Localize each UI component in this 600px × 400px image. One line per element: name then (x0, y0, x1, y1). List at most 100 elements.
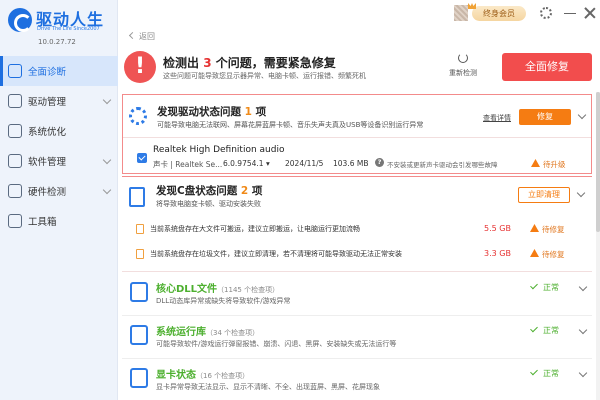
ok-count-text: （1145 个检查项） (217, 286, 280, 294)
ok-item-subtitle: 可能导致软件/游戏运行弹窗报错、崩溃、闪退、黑屏、安装缺失或无法运行等 (156, 340, 397, 348)
driver-title-prefix: 发现驱动状态问题 (157, 106, 241, 118)
chevron-down-icon[interactable] (578, 368, 588, 378)
chevron-down-icon (102, 155, 112, 165)
gpu-icon (130, 368, 148, 388)
list-item: 显卡状态（16 个检查项） 显卡异常导致无法显示、显示不清晰、不全、出现蓝屏、黑… (122, 360, 592, 400)
diagnosis-summary: ! 检测出 3 个问题，需要紧急修复 这些问题可能导致您显示器异常、电脑卡顿、运… (118, 48, 600, 90)
title-bar: 返回 终身会员 (118, 0, 600, 41)
driver-icon (8, 94, 22, 108)
ok-item-status: 正常 (543, 326, 559, 335)
fix-all-button[interactable]: 全面修复 (502, 53, 592, 81)
minimize-icon[interactable] (564, 13, 576, 14)
cdisk-issue-subtitle: 将导致电脑变卡顿、驱动安装失败 (156, 200, 261, 208)
ok-item-title: 核心DLL文件（1145 个检查项） (156, 280, 279, 295)
ok-count-text: （16 个检查项） (196, 372, 250, 380)
chevron-down-icon (102, 95, 112, 105)
chevron-down-icon (102, 185, 112, 195)
ok-item-status: 正常 (543, 283, 559, 292)
sidebar-item-label: 软件管理 (28, 157, 67, 168)
cdisk-issue-title: 发现C盘状态问题 2 项 (156, 183, 262, 198)
device-checkbox[interactable] (137, 153, 147, 163)
ok-title-text: 显卡状态 (156, 370, 196, 381)
cdisk-issue-card: 发现C盘状态问题 2 项 将导致电脑变卡顿、驱动安装失败 立即清理 当前系统盘存… (122, 176, 592, 272)
chevron-down-icon[interactable] (576, 188, 586, 198)
summary-subtitle: 这些问题可能导致您显示器异常、电脑卡顿、运行报错、频繁死机 (163, 72, 366, 80)
scrollbar[interactable] (596, 92, 600, 400)
rescan-label: 重新检测 (449, 69, 477, 77)
toolbox-icon (8, 214, 22, 228)
clean-now-button[interactable]: 立即清理 (518, 187, 570, 203)
chevron-down-icon[interactable] (578, 325, 588, 335)
brand: 驱动人生 Drive The Life Since2007 10.0.27.72 (0, 0, 117, 52)
cdisk-title-suffix: 项 (251, 185, 263, 197)
summary-title-suffix: 个问题，需要紧急修复 (215, 56, 336, 70)
sidebar-item-label: 工具箱 (28, 217, 57, 228)
ok-item-title: 系统运行库（34 个检查项） (156, 323, 259, 338)
alert-icon: ! (124, 51, 156, 83)
runtime-icon (130, 325, 148, 345)
warning-icon (531, 159, 540, 167)
divider (123, 137, 591, 138)
cdisk-issue-count: 2 (240, 185, 249, 197)
vip-badge[interactable]: 终身会员 (472, 6, 526, 21)
ok-item-subtitle: DLL动态库异常或缺失将导致软件/游戏异常 (156, 297, 291, 305)
sidebar-item-software-management[interactable]: 软件管理 (0, 146, 118, 176)
driver-gear-icon (129, 107, 147, 125)
view-details-link[interactable]: 查看详情 (483, 113, 511, 123)
issue-count: 3 (203, 56, 212, 70)
back-arrow-icon (128, 31, 137, 40)
sidebar-item-system-optimize[interactable]: 系统优化 (0, 116, 118, 146)
driver-issue-title: 发现驱动状态问题 1 项 (157, 104, 266, 119)
cdisk-row-text: 当前系统盘存在大文件可搬运，建议立即搬运，让电脑运行更加流畅 (150, 225, 360, 233)
sidebar-item-hardware-check[interactable]: 硬件检测 (0, 176, 118, 206)
gear-icon[interactable] (540, 7, 552, 19)
close-icon[interactable] (584, 7, 596, 19)
driver-fault-note[interactable]: 不安装或更新声卡驱动会引发哪些故障 (387, 159, 498, 169)
summary-title: 检测出 3 个问题，需要紧急修复 (163, 54, 336, 71)
repair-button[interactable]: 修复 (519, 109, 571, 125)
refresh-icon (458, 53, 468, 63)
driver-version-select[interactable]: 6.0.9754.1 ▾ (223, 159, 270, 168)
back-button[interactable]: 返回 (128, 31, 155, 42)
list-item: 核心DLL文件（1145 个检查项） DLL动态库异常或缺失将导致软件/游戏异常… (122, 274, 592, 316)
rescan-button[interactable]: 重新检测 (446, 53, 480, 78)
check-icon (530, 371, 540, 376)
ok-title-text: 核心DLL文件 (156, 284, 218, 295)
app-logo-icon (8, 8, 32, 32)
list-item: 系统运行库（34 个检查项） 可能导致软件/游戏运行弹窗报错、崩溃、闪退、黑屏、… (122, 317, 592, 359)
file-icon (136, 224, 144, 234)
driver-date: 2024/11/5 (285, 159, 324, 168)
info-icon: ? (375, 158, 384, 167)
avatar[interactable] (454, 5, 468, 21)
ok-item-title: 显卡状态（16 个检查项） (156, 366, 249, 381)
cdisk-row-size: 3.3 GB (484, 249, 511, 258)
warning-icon (530, 249, 539, 257)
file-icon (136, 249, 144, 259)
chevron-down-icon[interactable] (577, 110, 587, 120)
chevron-down-icon[interactable] (578, 282, 588, 292)
brand-slogan: Drive The Life Since2007 (37, 26, 100, 32)
scrollbar-thumb[interactable] (596, 92, 600, 232)
driver-issue-count: 1 (244, 106, 252, 118)
disk-icon (129, 187, 145, 207)
crown-icon (468, 3, 476, 9)
dll-icon (130, 282, 148, 302)
sidebar-item-driver-management[interactable]: 驱动管理 (0, 86, 118, 116)
warning-icon (530, 224, 539, 232)
hardware-icon (8, 184, 22, 198)
sidebar-item-full-diagnosis[interactable]: 全面诊断 (0, 56, 118, 86)
sidebar: 驱动人生 Drive The Life Since2007 10.0.27.72… (0, 0, 118, 400)
app-version: 10.0.27.72 (38, 38, 76, 46)
sidebar-item-toolbox[interactable]: 工具箱 (0, 206, 118, 236)
sidebar-item-label: 全面诊断 (28, 67, 67, 78)
caret-down-icon: ▾ (265, 159, 270, 168)
sidebar-item-label: 系统优化 (28, 127, 67, 138)
cdisk-row-text: 当前系统盘存在垃圾文件，建议立即清理，若不清理将可能导致驱动无法正常安装 (150, 250, 402, 258)
device-category: 声卡 | Realtek Se... (153, 160, 223, 169)
cdisk-row-status: 待修复 (542, 250, 565, 259)
driver-size: 103.6 MB (333, 159, 369, 168)
optimize-icon (8, 124, 22, 138)
software-icon (8, 154, 22, 168)
sidebar-item-label: 硬件检测 (28, 187, 67, 198)
back-label: 返回 (139, 32, 155, 41)
